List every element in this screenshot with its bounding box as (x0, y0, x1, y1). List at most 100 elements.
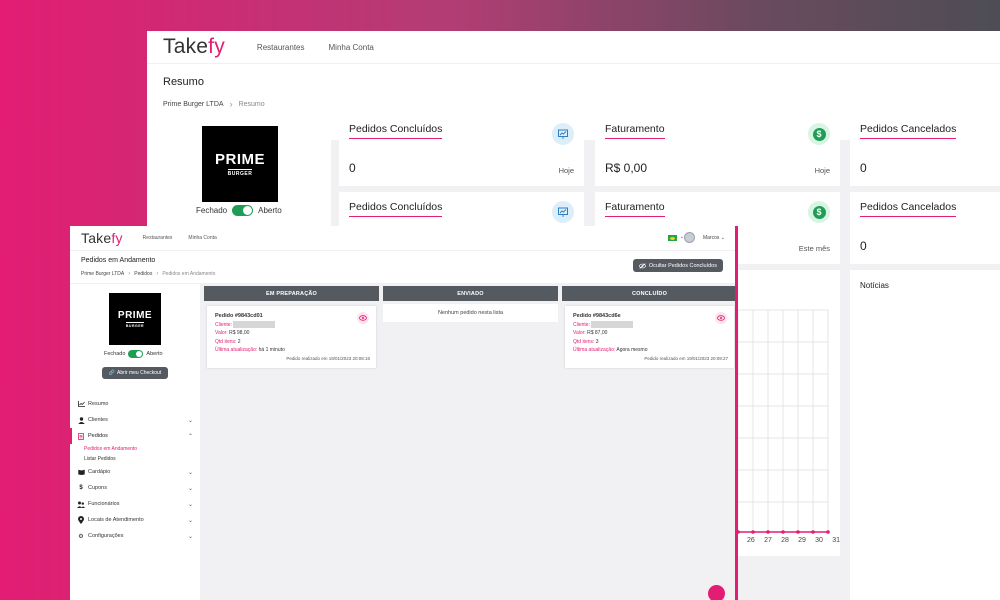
dollar-icon: $ (79, 485, 83, 491)
order-card[interactable]: Pedido #9843cd6e Cliente: Valor: R$ 87,0… (565, 306, 734, 368)
breadcrumb-item[interactable]: Pedidos (134, 271, 152, 277)
open-status-toggle[interactable] (232, 205, 254, 216)
stat-card-period: Hoje (814, 166, 830, 175)
orders-window: Takefy Restaurantes Minha Conta ⌄ Marcos… (70, 226, 738, 600)
open-status-toggle[interactable] (128, 350, 144, 358)
sidebar-item-locais[interactable]: Locais de Atendimento ⌄ (70, 512, 200, 528)
chart-tick: 26 (747, 537, 755, 544)
sidebar-subitem-pedidos-andamento[interactable]: Pedidos em Andamento (70, 444, 200, 454)
presentation-chart-icon (552, 201, 574, 223)
chart-tick: 30 (815, 537, 823, 544)
stat-card-title: Faturamento (605, 123, 665, 139)
sidebar-item-configuracoes[interactable]: ⚙ Configurações ⌄ (70, 528, 200, 544)
avatar[interactable] (684, 232, 695, 243)
user-icon (77, 416, 85, 424)
open-status-toggle-row: Fechado Aberto (196, 205, 282, 216)
chat-button[interactable] (708, 585, 725, 600)
order-timestamp: Pedido realizado em 19/01/2023 20:09:27 (644, 355, 728, 361)
order-update: Última atualização: Agora mesmo (573, 347, 648, 353)
chevron-down-icon: ⌄ (187, 517, 193, 524)
presentation-chart-icon (552, 123, 574, 145)
breadcrumb-item: Pedidos em Andamento (162, 271, 216, 277)
eye-icon[interactable] (715, 312, 727, 324)
sidebar-item-cardapio[interactable]: Cardápio ⌄ (70, 464, 200, 480)
stat-card: Pedidos Concluídos 0 Hoje (339, 114, 584, 186)
sidebar-item-resumo[interactable]: Resumo (70, 396, 200, 412)
page-title: Pedidos em Andamento (81, 257, 156, 264)
stat-card-value: R$ 0,00 (605, 161, 648, 175)
breadcrumb-item[interactable]: Prime Burger LTDA (163, 101, 224, 108)
users-icon (77, 501, 85, 508)
sidebar-item-pedidos[interactable]: Pedidos ⌃ (70, 428, 200, 444)
stat-card-title: Pedidos Cancelados (860, 201, 957, 217)
column-header: EM PREPARAÇÃO (204, 286, 379, 301)
restaurant-logo: PRIME BURGER (202, 126, 278, 202)
book-icon (77, 469, 85, 476)
order-card[interactable]: Pedido #9843cd01 Cliente: Valor: R$ 98,0… (207, 306, 376, 368)
breadcrumb-item[interactable]: Prime Burger LTDA (81, 271, 124, 277)
nav-minha-conta[interactable]: Minha Conta (329, 43, 374, 52)
page-header: Pedidos em Andamento Prime Burger LTDA ›… (70, 251, 735, 283)
page-title: Resumo (163, 76, 204, 88)
breadcrumb: Prime Burger LTDA › Resumo (163, 99, 984, 109)
chevron-right-icon: › (229, 99, 233, 109)
stat-card-title: Pedidos Concluídos (349, 123, 443, 139)
nav-restaurantes[interactable]: Restaurantes (143, 235, 173, 241)
sidebar-subitem-listar-pedidos[interactable]: Listar Pedidos (70, 454, 200, 464)
sidebar-item-funcionarios[interactable]: Funcionários ⌄ (70, 496, 200, 512)
empty-list-message: Nenhum pedido nesta lista (437, 310, 504, 316)
stat-card: Pedidos Cancelados 0 (850, 192, 1000, 264)
chart-tick: 31 (832, 537, 840, 544)
toggle-on-label: Aberto (146, 351, 163, 357)
top-nav: Takefy Restaurantes Minha Conta ⌄ Marcos… (70, 226, 735, 250)
nav-minha-conta[interactable]: Minha Conta (188, 235, 216, 241)
column-body: Nenhum pedido nesta lista (383, 304, 558, 322)
brand-logo[interactable]: Takefy (163, 35, 225, 59)
chevron-down-icon: ⌄ (187, 485, 193, 492)
toggle-off-label: Fechado (196, 206, 228, 215)
column-em-preparacao: EM PREPARAÇÃO Pedido #9843cd01 Cliente: … (204, 286, 379, 368)
eye-slash-icon (638, 262, 646, 269)
stat-card-value: 0 (349, 161, 356, 175)
sidebar-item-cupons[interactable]: $ Cupons ⌄ (70, 480, 200, 496)
chevron-down-icon: ⌄ (187, 469, 193, 476)
news-card: Notícias (850, 270, 1000, 600)
order-value: Valor: R$ 98,00 (215, 330, 250, 336)
blurred-client-name (591, 320, 634, 328)
order-id: Pedido #9843cd01 (215, 313, 263, 319)
stat-card-period: Hoje (558, 166, 574, 175)
toggle-off-label: Fechado (104, 351, 126, 357)
top-nav: Takefy Restaurantes Minha Conta (147, 31, 1000, 63)
order-items: Qtd itens: 2 (215, 338, 241, 345)
stat-card-period: Este mês (798, 244, 830, 253)
stat-card-title: Pedidos Concluídos (349, 201, 443, 217)
column-header: CONCLUÍDO (562, 286, 735, 301)
open-checkout-button[interactable]: 🔗 Abrir meu Checkout (102, 367, 168, 379)
dollar-icon: $ (808, 201, 830, 223)
chart-tick: 27 (764, 537, 772, 544)
stat-card-value: 0 (860, 239, 867, 253)
hide-completed-button[interactable]: Ocultar Pedidos Concluídos (632, 259, 723, 272)
nav-restaurantes[interactable]: Restaurantes (257, 43, 305, 52)
stat-card-value: 0 (860, 161, 867, 175)
open-status-toggle-row: Fechado Aberto (104, 350, 163, 358)
column-enviado: ENVIADO Nenhum pedido nesta lista (383, 286, 558, 322)
sidebar-item-clientes[interactable]: Clientes ⌄ (70, 412, 200, 428)
chevron-right-icon: › (128, 271, 131, 277)
breadcrumb: Prime Burger LTDA › Pedidos › Pedidos em… (81, 271, 724, 277)
order-items: Qtd itens: 3 (573, 338, 599, 345)
eye-icon[interactable] (357, 312, 369, 324)
chevron-right-icon: › (156, 271, 159, 277)
dollar-icon: $ (808, 123, 830, 145)
chart-icon (77, 401, 85, 408)
order-client: Cliente: (573, 320, 726, 330)
blurred-client-name (233, 320, 276, 328)
breadcrumb-item: Resumo (238, 100, 265, 108)
brand-logo[interactable]: Takefy (81, 230, 123, 246)
chevron-down-icon: ⌄ (187, 417, 193, 424)
link-icon: 🔗 (108, 370, 116, 376)
location-pin-icon (77, 516, 85, 524)
column-concluido: CONCLUÍDO Pedido #9843cd6e Cliente: Valo… (562, 286, 735, 368)
brazil-flag-icon[interactable] (668, 235, 677, 241)
user-menu[interactable]: Marcos ⌄ (703, 235, 725, 241)
